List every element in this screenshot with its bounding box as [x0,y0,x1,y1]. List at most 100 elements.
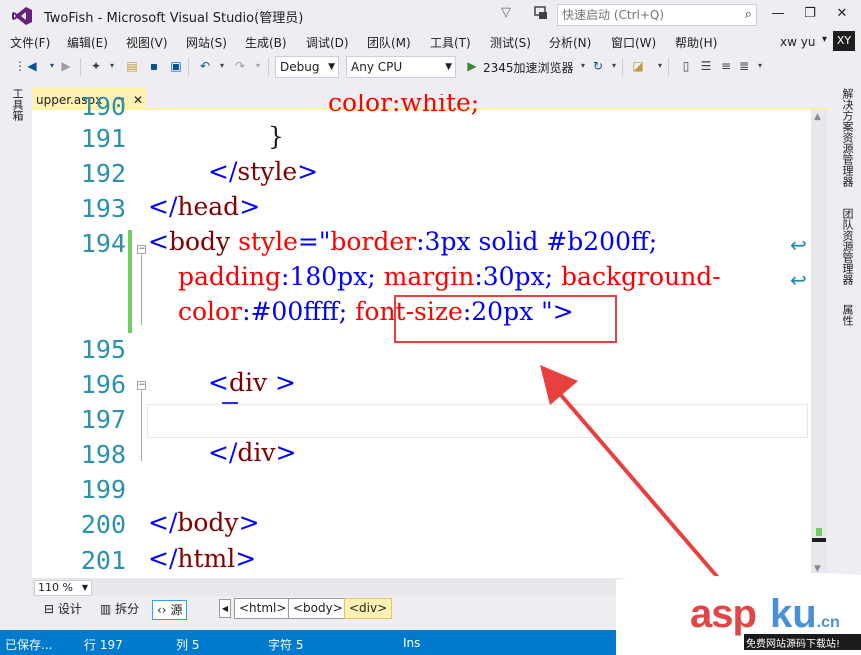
refresh-icon[interactable]: ↻ [590,58,606,74]
quick-launch-box[interactable]: ⌕ [557,4,757,26]
line-number: 197 [80,405,126,434]
toolbar-overflow-icon[interactable]: ▾ [752,58,768,74]
undo-icon[interactable]: ↶ [197,58,213,74]
menu-window[interactable]: 窗口(W) [611,34,656,51]
filter-icon[interactable]: ▽ [501,5,517,21]
menu-edit[interactable]: 编辑(E) [67,34,108,51]
change-marker [816,528,822,536]
config-value: Debug [280,60,320,74]
breadcrumb-prev-icon[interactable]: ◀ [219,599,231,618]
split-view-button[interactable]: ▥ 拆分 [96,600,143,620]
team-explorer-tab[interactable]: 团队资源管理器 [839,208,855,285]
back-icon[interactable]: ◀ [24,58,40,74]
line-number: 191 [80,124,126,153]
vertical-scrollbar[interactable]: ▲ ▼ [811,110,827,578]
save-icon[interactable]: ▪ [146,58,162,74]
save-all-icon[interactable]: ▣ [168,58,184,74]
line-number: 194 [80,229,126,258]
line-number: 201 [80,546,126,575]
line-number: 195 [80,335,126,364]
avatar[interactable]: XY [833,31,855,51]
right-tool-rail: 解决方案资源管理器 团队资源管理器 属性 [831,82,861,630]
design-view-button[interactable]: ⊟ 设计 [40,600,86,620]
feedback-icon[interactable] [533,5,549,21]
design-label: 设计 [57,602,82,616]
run-target[interactable]: 2345加速浏览器 [483,59,574,76]
menu-test[interactable]: 测试(S) [490,34,531,51]
watermark-caption: 免费网站源码下载站! [746,639,841,650]
menu-website[interactable]: 网站(S) [186,34,227,51]
change-indicator [128,230,132,333]
menu-analyze[interactable]: 分析(N) [549,34,591,51]
menu-tools[interactable]: 工具(T) [430,34,471,51]
visual-studio-logo-icon [12,7,32,25]
fold-guide [141,255,142,325]
watermark-logo-ku: ku.cn [770,592,840,636]
indent-icon[interactable]: ≣ [736,58,752,74]
menu-bar: 文件(F) 编辑(E) 视图(V) 网站(S) 生成(B) 调试(D) 团队(M… [0,30,861,52]
document-icon[interactable]: ▯ [678,58,694,74]
chevron-down-icon: ▼ [328,62,335,72]
close-icon[interactable]: ✕ [133,90,143,110]
restore-button[interactable]: ❐ [797,4,823,26]
redo-dropdown-icon[interactable]: ▾ [250,58,266,74]
breadcrumb-html[interactable]: <html> [234,598,292,619]
properties-tab[interactable]: 属性 [839,304,855,326]
browse-dropdown-icon[interactable]: ▾ [652,58,668,74]
title-bar: TwoFish - Microsoft Visual Studio(管理员) ▽… [0,0,861,30]
line-number: 198 [80,440,126,469]
toolbar-separator [80,58,81,76]
platform-value: Any CPU [351,60,403,74]
line-number: 200 [80,510,126,539]
zoom-select[interactable]: 110 % ▼ [34,580,92,596]
undo-dropdown-icon[interactable]: ▾ [214,58,230,74]
menu-debug[interactable]: 调试(D) [306,34,349,51]
run-icon[interactable]: ▶ [464,58,480,74]
quick-launch-input[interactable] [558,5,728,25]
solution-explorer-tab[interactable]: 解决方案资源管理器 [839,88,855,187]
menu-build[interactable]: 生成(B) [245,34,287,51]
scroll-up-icon[interactable]: ▲ [814,112,821,122]
line-number: 199 [80,475,126,504]
run-dropdown-icon[interactable]: ▾ [575,58,591,74]
refresh-dropdown-icon[interactable]: ▾ [606,58,622,74]
browse-icon[interactable]: ◪ [630,58,646,74]
line-number: 192 [80,159,126,188]
status-line: 行 197 [84,638,123,652]
breadcrumb-div[interactable]: <div> [344,598,393,619]
source-label: 源 [170,603,183,617]
toolbox-tab[interactable]: 工具箱 [9,88,25,121]
outdent-icon[interactable]: ≡ [718,58,734,74]
status-column: 列 5 [176,638,200,652]
search-icon[interactable]: ⌕ [745,7,752,22]
redo-icon[interactable]: ↷ [232,58,248,74]
source-view-button[interactable]: ‹› 源 [152,600,188,620]
window-title: TwoFish - Microsoft Visual Studio(管理员) [44,11,304,26]
platform-select[interactable]: Any CPU ▼ [346,56,456,78]
menu-view[interactable]: 视图(V) [126,34,168,51]
word-wrap-icon: ↩ [790,268,807,292]
new-dropdown-icon[interactable]: ▾ [104,58,120,74]
menu-help[interactable]: 帮助(H) [675,34,717,51]
code-line-200: </body> [148,508,260,537]
annotation-arrow-icon [540,365,722,582]
user-name[interactable]: xw yu [780,35,815,49]
config-select[interactable]: Debug ▼ [275,56,339,78]
list-icon[interactable]: ☰ [698,58,714,74]
design-icon: ⊟ [44,602,55,616]
new-project-icon[interactable]: ✦ [88,58,104,74]
chevron-down-icon: ▼ [445,62,452,72]
collapse-icon[interactable]: − [137,381,146,390]
minimize-button[interactable]: — [765,4,791,26]
status-insert-mode: Ins [403,636,421,650]
menu-team[interactable]: 团队(M) [367,34,411,51]
chevron-down-icon[interactable]: ▾ [822,34,827,45]
code-line-196: <div > [208,368,296,397]
close-button[interactable]: ✕ [829,4,855,26]
open-folder-icon[interactable]: ▤ [124,58,140,74]
toolbar-separator [622,58,623,76]
menu-file[interactable]: 文件(F) [10,34,50,51]
breadcrumb-body[interactable]: <body> [288,598,348,619]
forward-icon[interactable]: ▶ [58,58,74,74]
collapse-icon[interactable]: − [137,245,146,254]
